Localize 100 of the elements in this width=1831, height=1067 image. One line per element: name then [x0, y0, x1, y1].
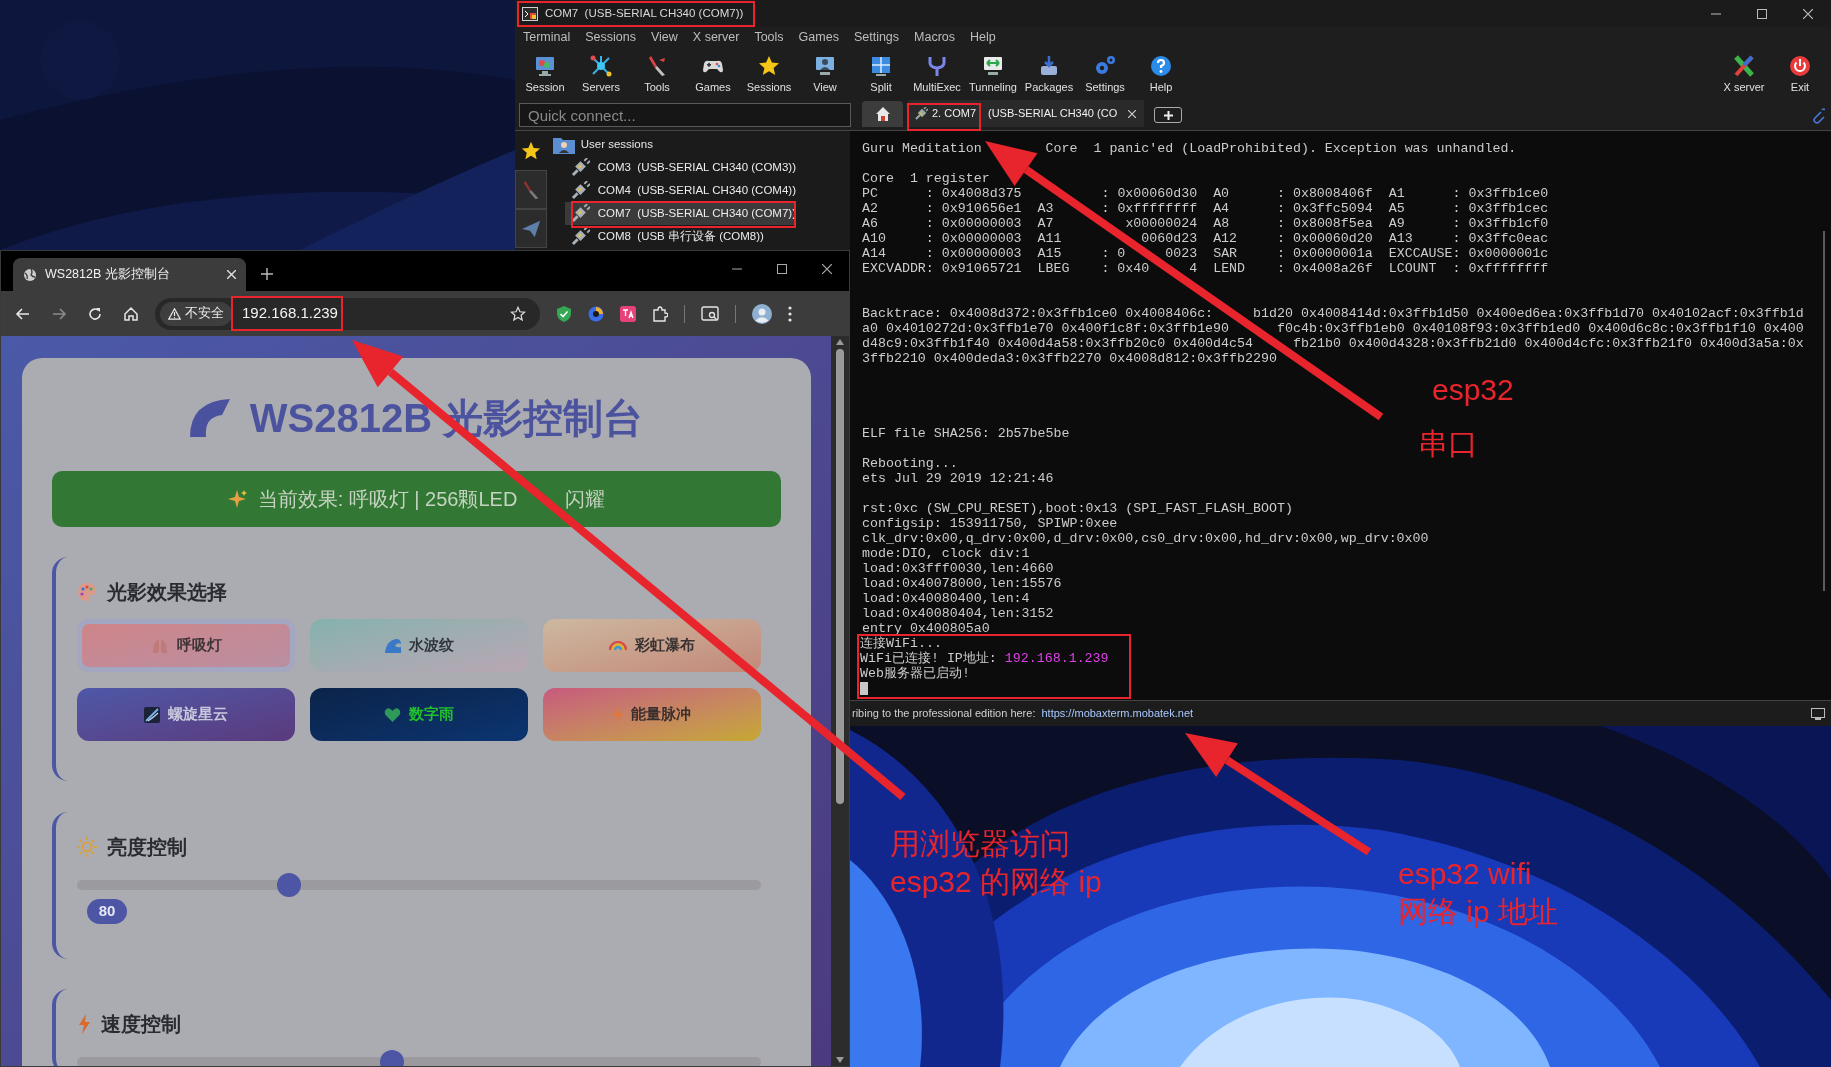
star-icon[interactable] [510, 305, 526, 322]
plug-icon [570, 227, 590, 246]
folder-label[interactable]: User sessions [580, 135, 653, 154]
terminal-line: load:0x40080404,len:3152 [862, 606, 1055, 621]
slider[interactable] [77, 873, 761, 897]
plug-icon [570, 181, 590, 200]
terminal-line: mode:DIO, clock div:1 [862, 546, 1031, 561]
effect-button[interactable]: 彩虹瀑布 [543, 619, 761, 672]
toolbar-button[interactable]: Servers [573, 49, 629, 97]
back-icon[interactable] [15, 305, 31, 322]
session-tab[interactable]: 2. COM7 (USB-SERIAL CH340 (CO [908, 100, 1144, 127]
session-item[interactable]: COM8 (USB 串行设备 (COM8)) [564, 225, 796, 248]
network-icon [589, 53, 613, 78]
toolbar-button[interactable]: Tools [629, 49, 685, 97]
heart-icon [384, 707, 401, 722]
menu-item[interactable]: X server [692, 27, 740, 47]
toolbar-button[interactable]: X server [1716, 49, 1772, 97]
section-heading: 光影效果选择 [107, 580, 227, 605]
paperclip-icon[interactable] [1811, 108, 1825, 124]
close-icon[interactable] [1803, 8, 1813, 19]
scroll-down-icon[interactable] [836, 1057, 844, 1063]
shield-icon[interactable] [556, 305, 572, 322]
scroll-up-icon[interactable] [836, 339, 844, 345]
menu-icon[interactable] [788, 305, 792, 322]
menu-item[interactable]: Help [970, 27, 996, 47]
home-tab[interactable] [862, 101, 903, 127]
terminal-line: A14 : 0x00000003 A15 : 0 [862, 246, 1126, 261]
address-bar-url[interactable]: 192.168.1.239 [242, 302, 338, 325]
security-chip[interactable]: 不安全 [160, 301, 232, 326]
status-text: ribing to the professional edition here: [852, 706, 1036, 722]
folder-person-icon [552, 135, 575, 154]
forward-icon[interactable] [51, 305, 67, 322]
toolbar-button[interactable]: Games [685, 49, 741, 97]
close-icon[interactable] [1128, 109, 1136, 118]
tab-search-icon[interactable] [701, 305, 719, 322]
browser-tab[interactable]: WS2812B 光影控制台 [13, 258, 246, 291]
terminal-line: Core 1 panic'ed (LoadProhibited). Exception was unhandled. [1044, 141, 1517, 156]
toolbar-button[interactable]: Split [853, 49, 909, 97]
effect-button[interactable]: 能量脉冲 [543, 688, 761, 741]
toolbar-button[interactable]: Help [1133, 49, 1189, 97]
toolbar-button[interactable]: Sessions [741, 49, 797, 97]
galaxy-icon [144, 706, 160, 723]
lightning-icon [77, 1014, 91, 1034]
translate-icon[interactable] [620, 305, 636, 322]
avatar-icon[interactable] [752, 303, 772, 324]
maximize-icon[interactable] [776, 264, 787, 274]
terminal-line: f0c4b:0x3ffb1eb0 0x40108f93:0x3ffb1ed0 0x400d6c8c:0x3ffb1f10 0x400 [1277, 321, 1804, 336]
terminal-line: 4 LEND : 0x4008a26f LCOUNT : 0xffffffff [1189, 261, 1549, 276]
menu-item[interactable]: Terminal [523, 27, 571, 47]
quick-connect-field[interactable]: Quick connect... [519, 103, 851, 127]
session-item[interactable]: COM4 (USB-SERIAL CH340 (COM4)) [564, 179, 796, 202]
effect-button[interactable]: 螺旋星云 [77, 688, 295, 741]
menu-item[interactable]: Tools [754, 27, 784, 47]
puzzle-icon[interactable] [652, 305, 668, 322]
toolbar-button[interactable]: View [797, 49, 853, 97]
toolbar-button[interactable]: Exit [1772, 49, 1828, 97]
screen-icon[interactable] [1811, 707, 1825, 720]
reload-icon[interactable] [87, 305, 103, 322]
effect-button[interactable]: 数字雨 [310, 688, 528, 741]
terminal-line: load:0x40080400,len:4 [862, 591, 1031, 606]
menu-item[interactable]: Macros [914, 27, 956, 47]
terminal-line: A10 : 0x00000003 A11 [862, 231, 1062, 246]
menu-item[interactable]: Settings [853, 27, 900, 47]
terminal-line: A6 : 0x00000003 A7 [862, 216, 1054, 231]
plus-icon [1163, 110, 1173, 120]
terminal-line: a0 0x4010272d:0x3ffb1e70 0x400f1c8f:0x3ffb1e90 [862, 321, 1230, 336]
menu-item[interactable]: Sessions [585, 27, 636, 47]
scrollbar[interactable] [1823, 231, 1825, 591]
toolbar-button[interactable]: Session [517, 49, 573, 97]
terminal-line: 0060d23 A12 : 0x00060d20 A13 : 0x3ffc0eac [1141, 231, 1549, 246]
close-icon[interactable] [821, 264, 832, 274]
ip-address: 192.168.1.239 [1004, 651, 1109, 666]
effect-button[interactable]: 水波纹 [310, 619, 528, 672]
menu-item[interactable]: View [651, 27, 678, 47]
terminal-line: Core 1 register [862, 171, 991, 186]
terminal-line: load:0x40078000,len:15576 [862, 576, 1063, 591]
terminal-app-icon [522, 6, 538, 21]
toolbar-button[interactable]: Tunneling [965, 49, 1021, 97]
toolbar-button[interactable]: MultiExec [909, 49, 965, 97]
maximize-icon[interactable] [1757, 8, 1767, 19]
compass-icon[interactable] [588, 305, 604, 322]
terminal-line: 3ffb2210 0x400deda3:0x3ffb2270 0x4008d812:0x3ffb2290 [862, 351, 1278, 366]
annotation-text: 串口 [1418, 426, 1478, 462]
sun-icon [77, 837, 97, 857]
effect-button[interactable]: 呼吸灯 [77, 619, 295, 672]
menu-item[interactable]: Games [798, 27, 839, 47]
plus-icon[interactable] [261, 268, 273, 280]
status-link[interactable]: https://mobaxterm.mobatek.net [1041, 705, 1194, 722]
slider-thumb[interactable] [277, 873, 302, 897]
terminal-line: rst:0xc (SW_CPU_RESET),boot:0x13 (SPI_FAST_FLASH_BOOT) [862, 501, 1294, 516]
session-item[interactable]: COM3 (USB-SERIAL CH340 (COM3)) [564, 156, 796, 179]
toolbar-button[interactable]: Packages [1021, 49, 1077, 97]
toolbar-button[interactable]: Settings [1077, 49, 1133, 97]
banner-text: 当前效果: 呼吸灯 | 256颗LED [257, 487, 518, 512]
lightning-icon [613, 706, 623, 723]
terminal-line: configsip: 153911750, SPIWP:0xee [862, 516, 1119, 531]
home-icon[interactable] [123, 305, 139, 322]
new-tab-button[interactable] [1154, 107, 1182, 123]
scrollbar-thumb[interactable] [836, 349, 844, 804]
terminal-line: fb21b0 0x400d4328:0x3ffb21d0 0x400d4cfc:0x3ffb21f0 0x400d3a5a:0x [1293, 336, 1804, 351]
